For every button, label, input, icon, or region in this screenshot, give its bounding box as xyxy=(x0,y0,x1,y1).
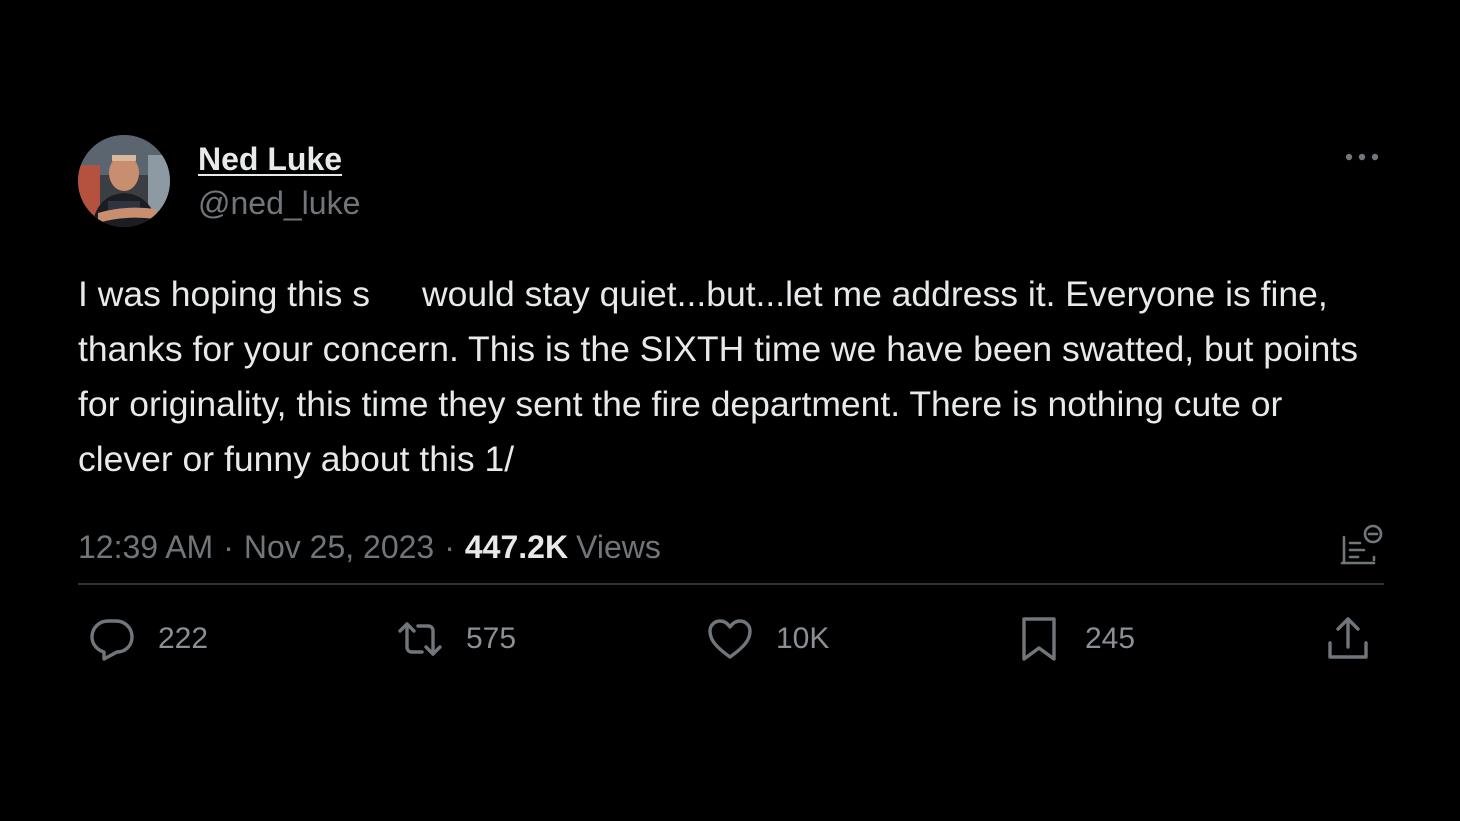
tweet-meta: 12:39 AM · Nov 25, 2023 · 447.2K Views xyxy=(78,523,1384,571)
author-display-name[interactable]: Ned Luke xyxy=(198,139,360,179)
retweet-icon xyxy=(398,622,442,656)
meta-separator: · xyxy=(223,528,234,565)
tweet-text-part-1: I was hoping this s xyxy=(78,274,371,314)
author-handle[interactable]: @ned_luke xyxy=(198,181,360,225)
retweet-button[interactable]: 575 xyxy=(396,615,516,663)
share-icon xyxy=(1328,617,1368,659)
views-label: Views xyxy=(576,528,661,565)
tweet-card: Ned Luke @ned_luke I was hoping this s wo… xyxy=(78,135,1384,695)
bookmark-button[interactable]: 245 xyxy=(1015,615,1135,663)
like-button[interactable]: 10K xyxy=(706,615,829,663)
analytics-icon[interactable] xyxy=(1340,523,1384,567)
tweet-text: I was hoping this s would stay quiet...bu… xyxy=(78,267,1378,487)
action-bar: 222 575 10K 245 xyxy=(78,585,1384,695)
profile-photo-image xyxy=(78,135,170,227)
reply-count: 222 xyxy=(158,622,209,655)
bookmark-icon xyxy=(1022,617,1056,661)
reply-icon xyxy=(90,619,134,661)
tweet-time[interactable]: 12:39 AM xyxy=(78,529,213,566)
reply-button[interactable]: 222 xyxy=(88,615,208,663)
avatar[interactable] xyxy=(78,135,170,227)
author-names: Ned Luke @ned_luke xyxy=(198,139,360,225)
bookmark-count: 245 xyxy=(1085,622,1136,655)
like-count: 10K xyxy=(776,622,830,655)
heart-icon xyxy=(708,619,752,659)
more-horizontal-icon[interactable] xyxy=(1344,147,1380,167)
views-count: 447.2K xyxy=(464,528,569,565)
share-button[interactable] xyxy=(1324,615,1372,663)
tweet-header: Ned Luke @ned_luke xyxy=(78,135,1384,229)
tweet-date[interactable]: Nov 25, 2023 xyxy=(244,529,434,566)
retweet-count: 575 xyxy=(466,622,517,655)
meta-separator: · xyxy=(444,528,455,565)
